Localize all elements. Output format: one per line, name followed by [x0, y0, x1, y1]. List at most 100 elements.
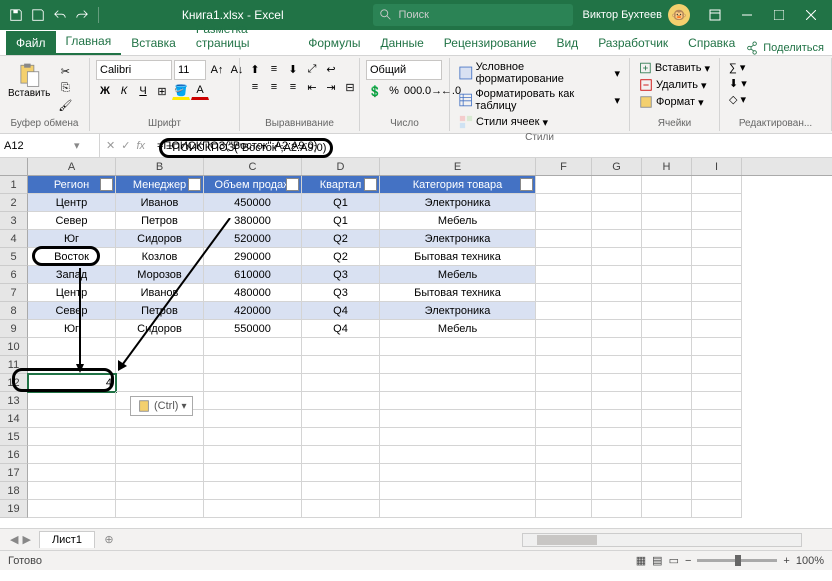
cell[interactable]: Электроника — [380, 302, 536, 320]
cell[interactable]: Петров — [116, 212, 204, 230]
cell[interactable] — [380, 374, 536, 392]
italic-button[interactable]: К — [115, 82, 133, 100]
cell[interactable]: Сидоров — [116, 230, 204, 248]
tab-help[interactable]: Справка — [678, 31, 745, 55]
cell[interactable] — [302, 482, 380, 500]
cell[interactable] — [642, 212, 692, 230]
merge-icon[interactable]: ⊟ — [341, 78, 359, 96]
row-head[interactable]: 12 — [0, 374, 28, 392]
cell[interactable] — [380, 392, 536, 410]
cell[interactable] — [592, 320, 642, 338]
delete-cells[interactable]: Удалить▾ — [636, 77, 713, 93]
autosave-icon[interactable] — [6, 5, 26, 25]
cell[interactable] — [692, 356, 742, 374]
fill-color-icon[interactable]: 🪣 — [172, 82, 190, 100]
cell[interactable] — [536, 338, 592, 356]
cell[interactable] — [536, 356, 592, 374]
row-head[interactable]: 8 — [0, 302, 28, 320]
zoom-in-icon[interactable]: + — [783, 555, 789, 567]
row-head[interactable]: 19 — [0, 500, 28, 518]
align-middle-icon[interactable]: ≡ — [265, 60, 283, 78]
cell[interactable] — [380, 482, 536, 500]
cell[interactable]: 550000 — [204, 320, 302, 338]
cell[interactable]: Q3 — [302, 266, 380, 284]
row-head[interactable]: 18 — [0, 482, 28, 500]
cell[interactable] — [642, 284, 692, 302]
cell[interactable] — [536, 410, 592, 428]
cell[interactable]: Мебель — [380, 212, 536, 230]
cell[interactable] — [592, 176, 642, 194]
percent-icon[interactable]: % — [385, 82, 403, 100]
cell[interactable]: 480000 — [204, 284, 302, 302]
filter-icon[interactable]: ▾ — [188, 178, 201, 191]
cell[interactable]: Восток — [28, 248, 116, 266]
align-bottom-icon[interactable]: ⬇ — [284, 60, 302, 78]
add-sheet-icon[interactable]: ⊕ — [99, 531, 119, 549]
redo-icon[interactable] — [72, 5, 92, 25]
cell[interactable] — [28, 446, 116, 464]
cell[interactable] — [642, 374, 692, 392]
tab-view[interactable]: Вид — [546, 31, 588, 55]
cell[interactable] — [204, 428, 302, 446]
cell[interactable] — [204, 482, 302, 500]
align-top-icon[interactable]: ⬆ — [246, 60, 264, 78]
cell[interactable] — [692, 410, 742, 428]
comma-icon[interactable]: 000 — [404, 82, 422, 100]
cell[interactable] — [380, 428, 536, 446]
cell[interactable]: Центр — [28, 284, 116, 302]
sheet-next-icon[interactable]: ▶ — [22, 533, 30, 546]
select-all[interactable] — [0, 158, 28, 175]
row-head[interactable]: 3 — [0, 212, 28, 230]
row-head[interactable]: 17 — [0, 464, 28, 482]
cell[interactable] — [592, 284, 642, 302]
zoom-out-icon[interactable]: − — [685, 555, 691, 567]
cell[interactable] — [592, 338, 642, 356]
cell[interactable] — [592, 230, 642, 248]
fill[interactable]: ⬇ ▾ — [726, 76, 825, 91]
formula-input[interactable]: =ПОИСКПОЗ("Восток";A2:A9;0) — [151, 140, 832, 152]
row-head[interactable]: 9 — [0, 320, 28, 338]
cell[interactable] — [642, 338, 692, 356]
cell[interactable] — [302, 464, 380, 482]
cell[interactable] — [204, 338, 302, 356]
cell[interactable] — [302, 500, 380, 518]
cell[interactable] — [536, 212, 592, 230]
align-center-icon[interactable]: ≡ — [265, 78, 283, 96]
cell[interactable] — [692, 284, 742, 302]
cell[interactable]: Менеджер▾ — [116, 176, 204, 194]
cell[interactable] — [642, 428, 692, 446]
undo-icon[interactable] — [50, 5, 70, 25]
cell[interactable]: Q3 — [302, 284, 380, 302]
grow-font-icon[interactable]: A↑ — [208, 61, 226, 79]
cell[interactable]: Регион▾ — [28, 176, 116, 194]
cell[interactable] — [642, 266, 692, 284]
cell[interactable]: Петров — [116, 302, 204, 320]
cell[interactable]: Запад — [28, 266, 116, 284]
cell[interactable]: Север — [28, 302, 116, 320]
filter-icon[interactable]: ▾ — [286, 178, 299, 191]
font-color-icon[interactable]: A — [191, 82, 209, 100]
cell[interactable] — [642, 230, 692, 248]
cell[interactable] — [692, 374, 742, 392]
cell[interactable]: 420000 — [204, 302, 302, 320]
underline-button[interactable]: Ч — [134, 82, 152, 100]
cell[interactable] — [592, 302, 642, 320]
cell[interactable] — [536, 194, 592, 212]
cell[interactable] — [692, 446, 742, 464]
cut-icon[interactable]: ✂ — [56, 63, 74, 79]
cell[interactable] — [642, 464, 692, 482]
cell[interactable]: Козлов — [116, 248, 204, 266]
row-head[interactable]: 2 — [0, 194, 28, 212]
cell[interactable]: Категория товара▾ — [380, 176, 536, 194]
cell[interactable] — [204, 356, 302, 374]
cell[interactable] — [536, 428, 592, 446]
cell[interactable] — [642, 482, 692, 500]
font-name[interactable] — [96, 60, 172, 80]
cell[interactable] — [592, 500, 642, 518]
cell[interactable]: Мебель — [380, 320, 536, 338]
col-head-B[interactable]: B — [116, 158, 204, 175]
fx-cancel-icon[interactable]: ✕ — [106, 139, 115, 152]
cell[interactable] — [204, 410, 302, 428]
cell[interactable]: Юг — [28, 230, 116, 248]
cell[interactable] — [536, 230, 592, 248]
